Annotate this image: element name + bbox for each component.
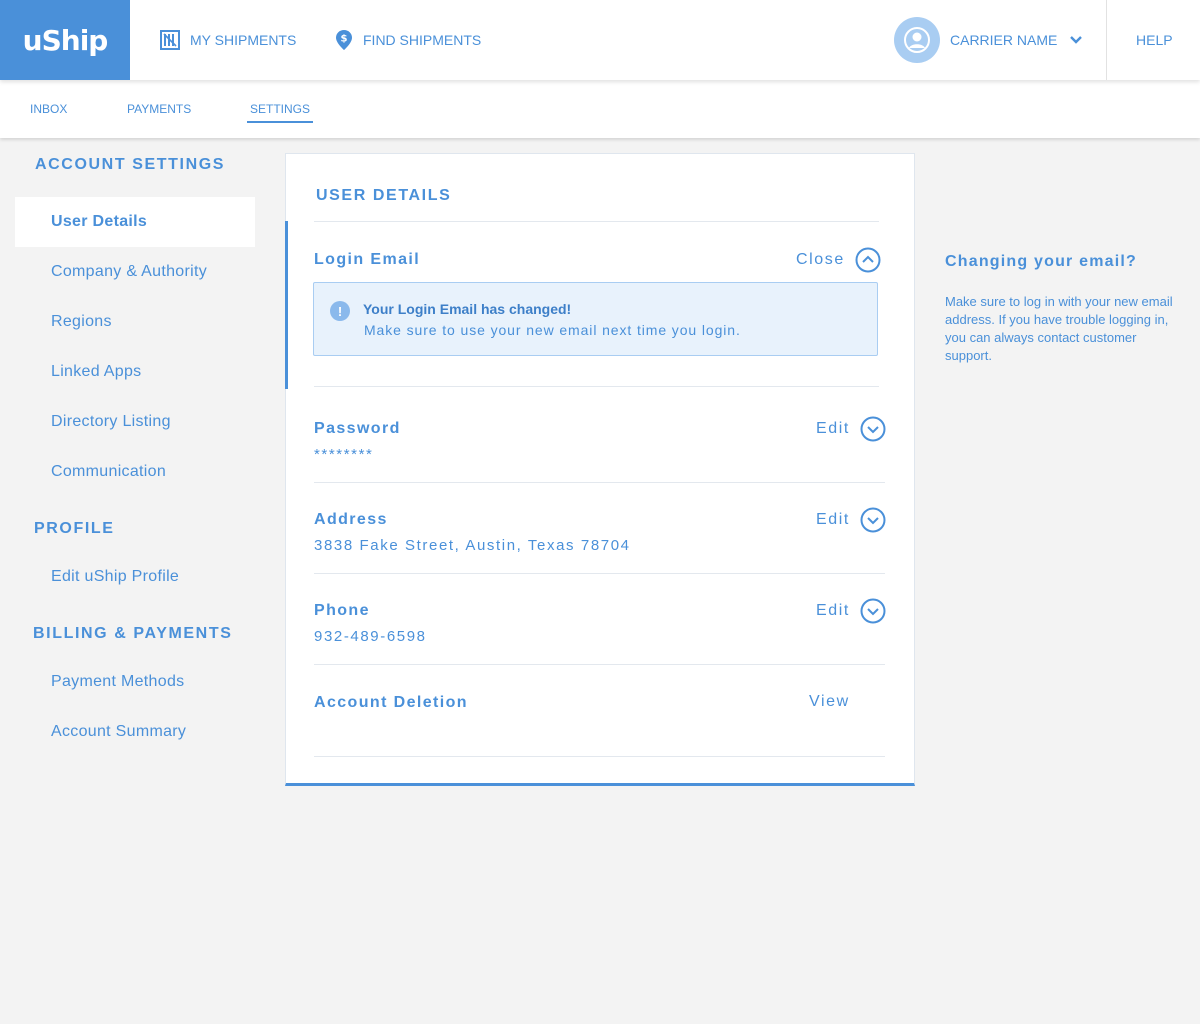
sidebar-item-regions[interactable]: Regions	[15, 297, 255, 347]
chevron-down-circle-icon	[860, 598, 886, 624]
phone-label: Phone	[314, 602, 370, 619]
active-section-indicator	[285, 221, 288, 389]
edit-label: Edit	[816, 511, 850, 528]
address-edit-button[interactable]: Edit	[816, 507, 886, 533]
tab-inbox[interactable]: INBOX	[30, 102, 67, 121]
alert-title: Your Login Email has changed!	[363, 301, 572, 317]
phone-value: 932-489-6598	[314, 628, 427, 645]
sidebar-item-user-details[interactable]: User Details	[15, 197, 255, 247]
sidebar-item-payment-methods[interactable]: Payment Methods	[15, 657, 255, 707]
user-details-card: USER DETAILS Login Email Close ! Your Lo…	[285, 153, 915, 786]
user-name: CARRIER NAME	[950, 32, 1058, 48]
divider	[314, 386, 879, 387]
nav-my-shipments[interactable]: MY SHIPMENTS	[160, 0, 296, 80]
header-divider	[1106, 0, 1107, 80]
alert-message: Make sure to use your new email next tim…	[364, 322, 741, 338]
sidebar-heading-billing-payments: BILLING & PAYMENTS	[33, 625, 233, 642]
password-value: ********	[314, 446, 374, 463]
user-menu[interactable]: CARRIER NAME	[894, 0, 1083, 80]
close-label: Close	[796, 251, 845, 268]
svg-text:$: $	[341, 34, 348, 45]
login-email-label: Login Email	[314, 251, 421, 268]
password-label: Password	[314, 420, 401, 437]
top-bar: uShip MY SHIPMENTS $ FIND SHIPMENTS CARR…	[0, 0, 1200, 80]
edit-label: Edit	[816, 420, 850, 437]
sidebar-item-edit-profile[interactable]: Edit uShip Profile	[15, 552, 255, 602]
sidebar-heading-profile: PROFILE	[34, 520, 115, 537]
info-icon: !	[330, 301, 350, 321]
divider	[314, 756, 885, 757]
password-edit-button[interactable]: Edit	[816, 416, 886, 442]
chevron-down-circle-icon	[860, 507, 886, 533]
phone-edit-button[interactable]: Edit	[816, 598, 886, 624]
help-panel-title: Changing your email?	[945, 253, 1138, 270]
shipments-icon	[160, 30, 180, 50]
user-icon	[904, 27, 930, 53]
account-deletion-label: Account Deletion	[314, 694, 468, 711]
divider	[314, 573, 885, 574]
address-label: Address	[314, 511, 388, 528]
sidebar-item-directory-listing[interactable]: Directory Listing	[15, 397, 255, 447]
tab-payments[interactable]: PAYMENTS	[127, 102, 191, 121]
logo-text: uShip	[22, 23, 109, 57]
sidebar-item-company-authority[interactable]: Company & Authority	[15, 247, 255, 297]
divider	[314, 664, 885, 665]
divider	[314, 221, 879, 222]
map-pin-dollar-icon: $	[336, 30, 352, 50]
sub-navigation: INBOX PAYMENTS SETTINGS	[0, 80, 1200, 138]
help-panel-body: Make sure to log in with your new email …	[945, 294, 1173, 363]
sidebar-item-linked-apps[interactable]: Linked Apps	[15, 347, 255, 397]
email-changed-alert: ! Your Login Email has changed! Make sur…	[313, 282, 878, 356]
tab-settings[interactable]: SETTINGS	[247, 102, 314, 123]
chevron-down-icon	[1070, 36, 1083, 44]
sidebar-item-account-summary[interactable]: Account Summary	[15, 707, 255, 757]
address-value: 3838 Fake Street, Austin, Texas 78704	[314, 537, 631, 554]
chevron-down-circle-icon	[860, 416, 886, 442]
divider	[314, 482, 885, 483]
sidebar-heading-account-settings: ACCOUNT SETTINGS	[35, 156, 226, 173]
login-email-close-button[interactable]: Close	[796, 247, 881, 273]
help-link[interactable]: HELP	[1136, 0, 1173, 80]
nav-find-shipments-label: FIND SHIPMENTS	[363, 32, 482, 48]
edit-label: Edit	[816, 602, 850, 619]
logo[interactable]: uShip	[0, 0, 130, 80]
card-title: USER DETAILS	[316, 187, 452, 204]
account-deletion-view-button[interactable]: View	[809, 693, 850, 711]
chevron-up-circle-icon	[855, 247, 881, 273]
sidebar-item-communication[interactable]: Communication	[15, 447, 255, 497]
nav-my-shipments-label: MY SHIPMENTS	[190, 32, 297, 48]
avatar	[894, 17, 940, 63]
nav-find-shipments[interactable]: $ FIND SHIPMENTS	[335, 0, 481, 80]
